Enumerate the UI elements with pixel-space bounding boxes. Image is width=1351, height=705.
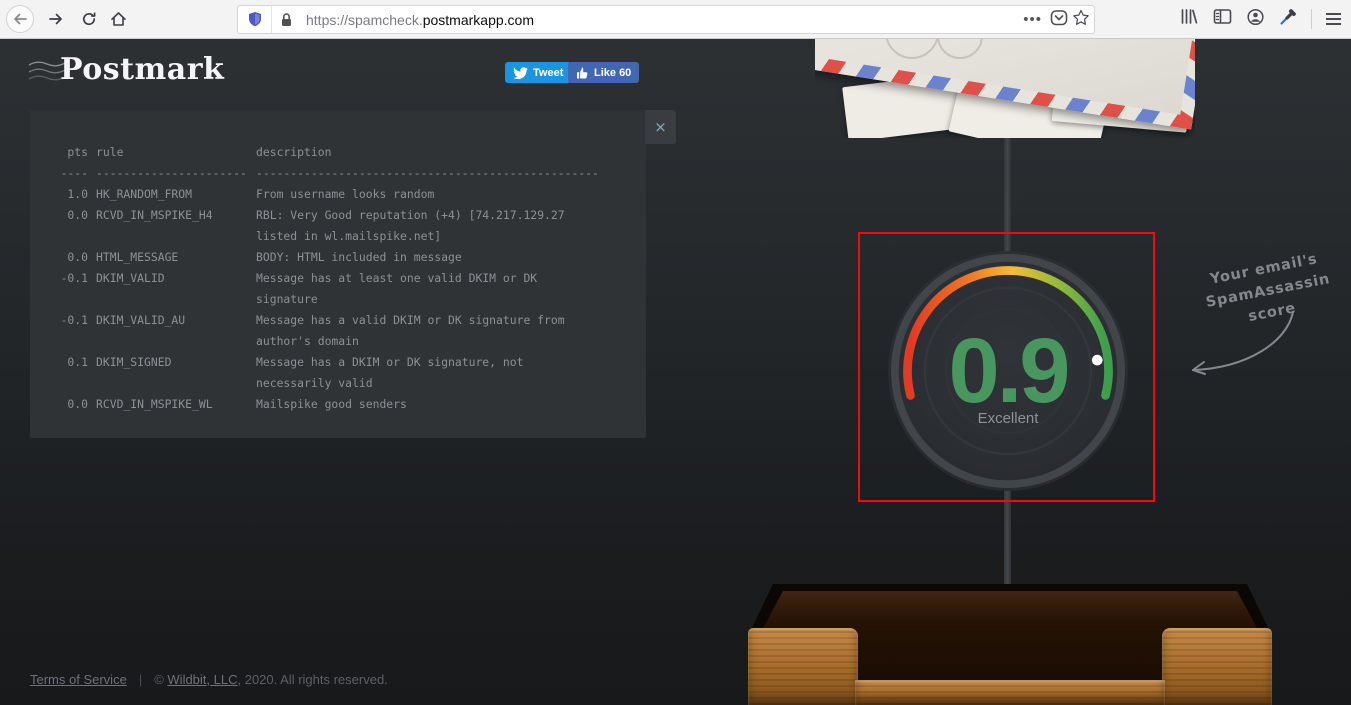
tweet-button[interactable]: Tweet [505, 62, 571, 83]
page-actions-button[interactable]: ••• [1019, 11, 1046, 28]
row-rule: DKIM_VALID [96, 268, 248, 289]
forward-button[interactable] [42, 5, 70, 33]
report-row: 1.0 HK_RANDOM_FROM From username looks r… [58, 184, 626, 205]
sidebar-button[interactable] [1213, 8, 1232, 30]
inbox-tray-illustration [745, 578, 1275, 705]
row-pts: 0.1 [58, 352, 88, 373]
col-header-rule: rule [96, 142, 248, 163]
like-label: Like 60 [594, 67, 631, 79]
divider-dashes: ---- [58, 163, 88, 184]
curved-arrow-icon [1175, 300, 1315, 390]
url-bar[interactable]: https://spamcheck.postmarkapp.com ••• [237, 5, 1095, 34]
row-description: Message has a valid DKIM or DK signature… [256, 310, 602, 352]
footer-divider: | [139, 672, 142, 687]
wildbit-link[interactable]: Wildbit, LLC [167, 672, 237, 687]
report-row: 0.0 RCVD_IN_MSPIKE_WL Mailspike good sen… [58, 394, 626, 415]
row-description: From username looks random [256, 184, 602, 205]
eyedropper-icon [1279, 8, 1297, 26]
row-pts: 1.0 [58, 184, 88, 205]
row-description: Message has at least one valid DKIM or D… [256, 268, 602, 310]
divider-dashes: ----------------------------------------… [256, 163, 602, 184]
col-header-description: description [256, 142, 602, 163]
row-description: Mailspike good senders [256, 394, 602, 415]
twitter-bird-icon [513, 67, 528, 79]
copyright-text: , 2020. All rights reserved. [237, 672, 387, 687]
close-icon: × [654, 118, 667, 136]
sidebar-icon [1213, 8, 1232, 25]
eyedropper-button[interactable] [1279, 8, 1297, 31]
row-description: RBL: Very Good reputation (+4) [74.217.1… [256, 205, 602, 247]
tray-front-panel [748, 628, 858, 705]
selection-highlight-rect [858, 232, 1155, 502]
browser-toolbar: https://spamcheck.postmarkapp.com ••• [0, 0, 1351, 39]
url-text: https://spamcheck.postmarkapp.com [306, 12, 534, 28]
row-pts: 0.0 [58, 394, 88, 415]
divider-dashes: ---------------------- [96, 163, 248, 184]
account-button[interactable] [1246, 8, 1265, 31]
back-button[interactable] [6, 5, 34, 33]
row-description: BODY: HTML included in message [256, 247, 602, 268]
report-row: -0.1 DKIM_VALID_AU Message has a valid D… [58, 310, 626, 352]
app-window: https://spamcheck.postmarkapp.com ••• [0, 0, 1351, 705]
menu-button[interactable] [1326, 13, 1341, 25]
airmail-stripes [1178, 39, 1195, 130]
thumbs-up-icon [576, 66, 589, 79]
back-icon [12, 11, 28, 27]
row-rule: HK_RANDOM_FROM [96, 184, 248, 205]
url-domain: postmarkapp.com [423, 12, 534, 28]
lock-icon[interactable] [272, 6, 300, 33]
report-divider-row: ---- ---------------------- ------------… [58, 163, 626, 184]
tray-front-panel [1162, 628, 1272, 705]
tray-front-panel [855, 680, 1165, 705]
row-pts: 0.0 [58, 247, 88, 268]
refresh-button[interactable] [75, 5, 103, 33]
url-scheme: https://spamcheck. [306, 12, 423, 28]
row-rule: RCVD_IN_MSPIKE_WL [96, 394, 248, 415]
refresh-icon [81, 11, 97, 27]
pocket-icon [1050, 9, 1068, 27]
panel-close-button[interactable]: × [645, 110, 676, 144]
postmark-logo[interactable]: Postmark [28, 52, 224, 87]
report-row: 0.0 RCVD_IN_MSPIKE_H4 RBL: Very Good rep… [58, 205, 626, 247]
library-icon [1180, 8, 1199, 25]
report-header-row: pts rule description [58, 142, 626, 163]
report-row: 0.0 HTML_MESSAGE BODY: HTML included in … [58, 247, 626, 268]
report-row: 0.1 DKIM_SIGNED Message has a DKIM or DK… [58, 352, 626, 394]
copyright-symbol: © [154, 672, 167, 687]
home-icon [110, 11, 127, 27]
report-row: -0.1 DKIM_VALID Message has at least one… [58, 268, 626, 310]
row-rule: HTML_MESSAGE [96, 247, 248, 268]
row-description: Message has a DKIM or DK signature, not … [256, 352, 602, 394]
tracking-shield-icon[interactable] [238, 6, 272, 33]
row-rule: DKIM_VALID_AU [96, 310, 248, 331]
home-button[interactable] [104, 5, 132, 33]
logo-wordmark: Postmark [60, 52, 224, 87]
bookmark-button[interactable] [1072, 9, 1090, 30]
toolbar-separator [1311, 9, 1312, 29]
row-rule: DKIM_SIGNED [96, 352, 248, 373]
row-pts: -0.1 [58, 268, 88, 289]
spam-report-panel: pts rule description ---- --------------… [30, 110, 646, 438]
facebook-like-button[interactable]: Like 60 [568, 62, 639, 83]
terms-of-service-link[interactable]: Terms of Service [30, 672, 127, 687]
row-pts: -0.1 [58, 310, 88, 331]
page-footer: Terms of Service | © Wildbit, LLC, 2020. A… [30, 672, 388, 687]
account-icon [1246, 8, 1265, 26]
col-header-pts: pts [58, 142, 88, 163]
tweet-label: Tweet [533, 67, 563, 79]
envelope-illustration [815, 39, 1195, 138]
bookmark-star-icon [1072, 9, 1090, 27]
library-button[interactable] [1180, 8, 1199, 30]
pocket-button[interactable] [1050, 9, 1068, 30]
forward-icon [48, 11, 64, 27]
row-rule: RCVD_IN_MSPIKE_H4 [96, 205, 248, 226]
row-pts: 0.0 [58, 205, 88, 226]
